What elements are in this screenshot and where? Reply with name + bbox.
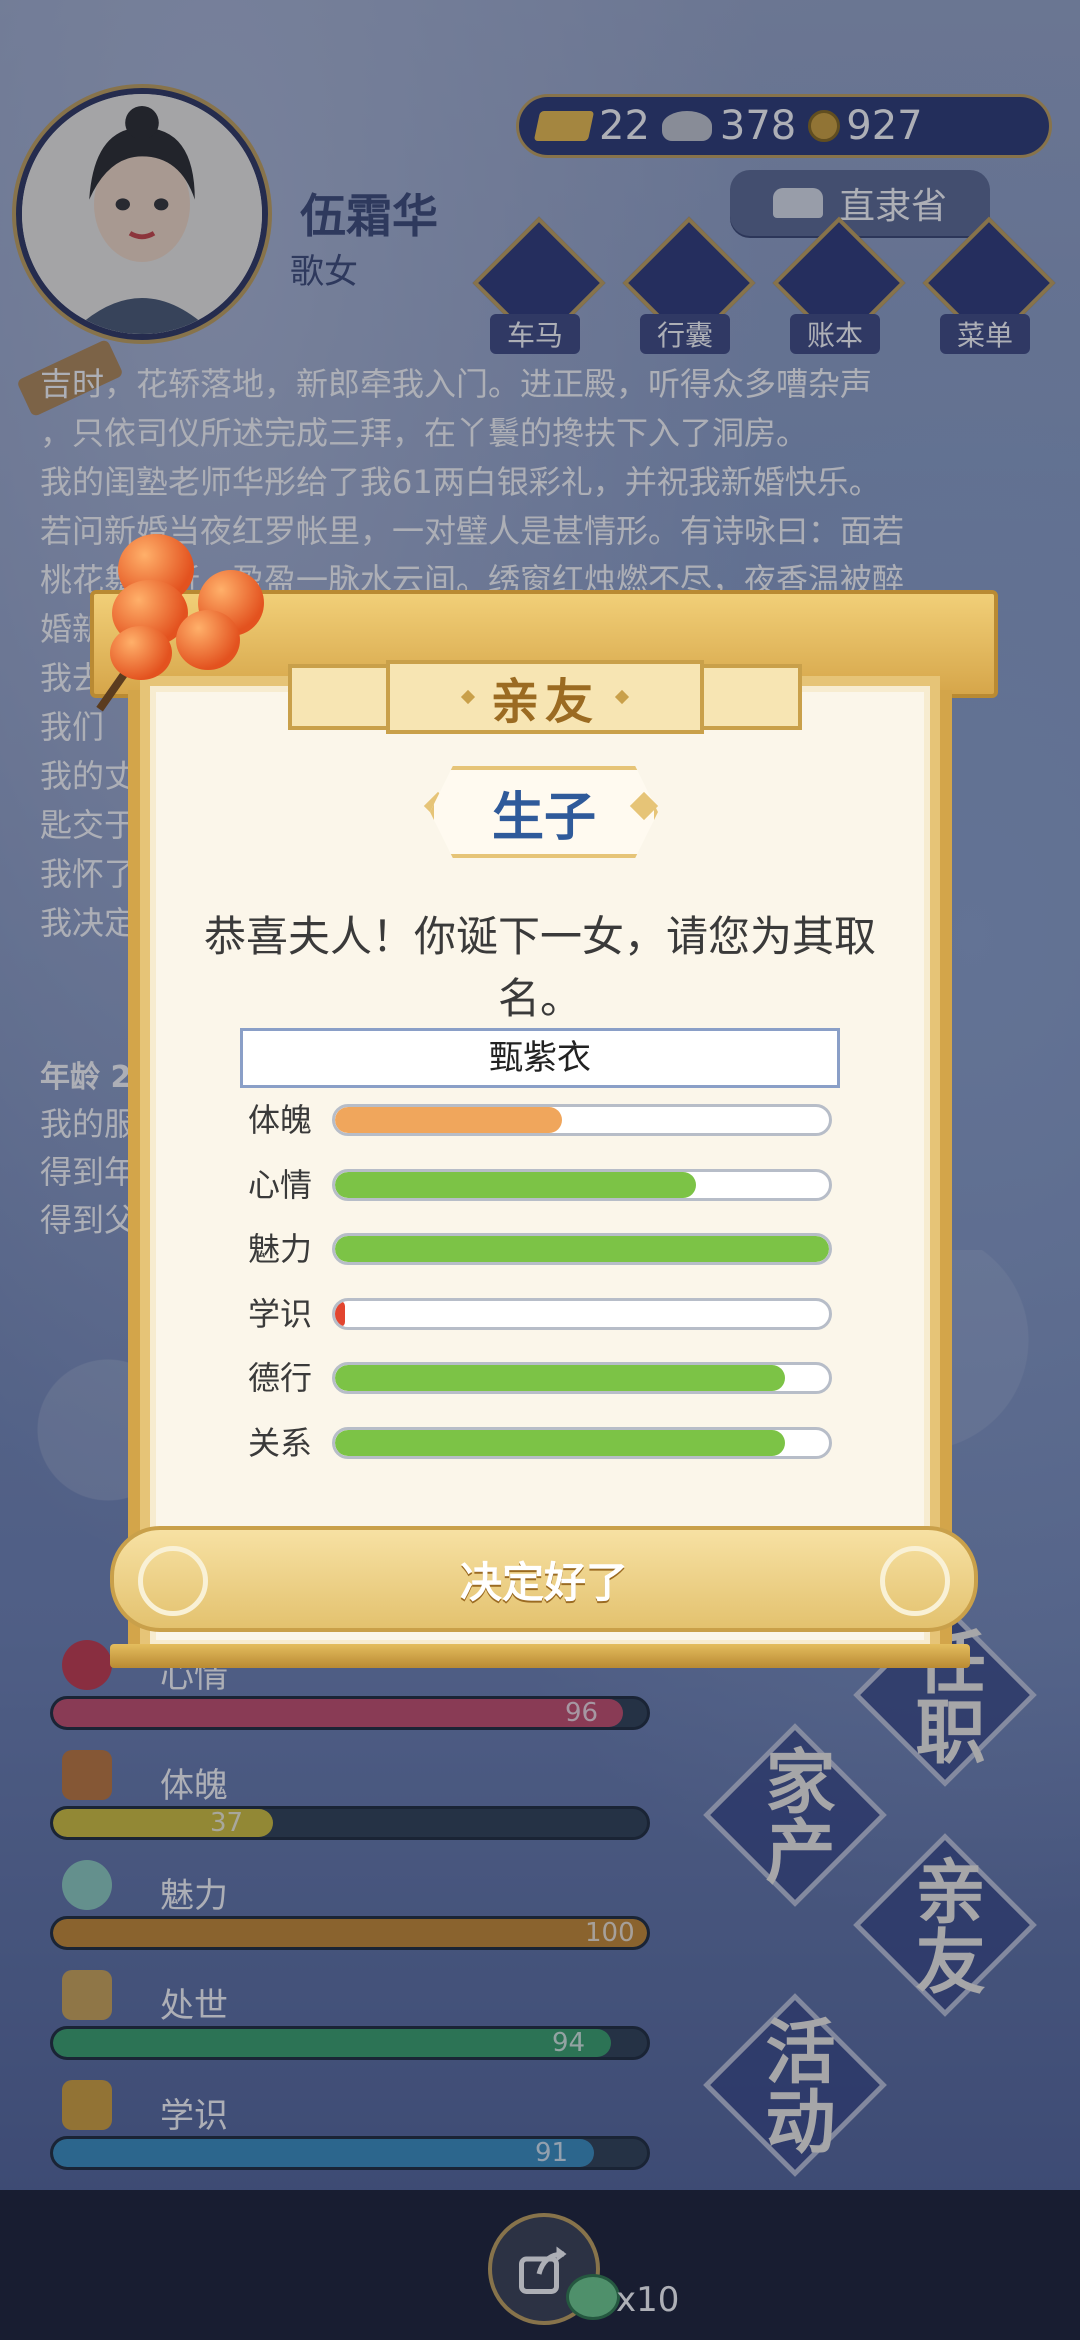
attr-label: 体魄 [248,1101,313,1139]
attr-knowledge: 学识 [248,1294,848,1334]
attr-bar [332,1298,832,1330]
attr-bar-fill [335,1365,785,1391]
attr-label: 心情 [248,1166,313,1204]
attr-virtue: 德行 [248,1358,848,1398]
persimmon-icon [176,610,240,670]
attr-bar [332,1169,832,1201]
attr-charm: 魅力 [248,1229,848,1269]
cloud-ornament-icon [880,1546,950,1616]
scroll-bottom-rod [110,1644,970,1668]
dialog-tab-title: 亲友 [386,660,704,734]
attr-label: 学识 [248,1295,313,1333]
child-name-input[interactable]: 甄紫衣 [240,1028,840,1088]
attr-label: 关系 [248,1424,313,1462]
attr-bar [332,1233,832,1265]
confirm-button[interactable]: 决定好了 [110,1526,978,1632]
attr-bar [332,1362,832,1394]
attr-label: 魅力 [248,1230,313,1268]
attr-bar [332,1427,832,1459]
tab-ornament-left [288,664,396,730]
diamond-icon [614,689,630,705]
attr-relation: 关系 [248,1423,848,1463]
attr-label: 德行 [248,1359,313,1397]
attr-bar [332,1104,832,1136]
cloud-ornament-icon [138,1546,208,1616]
attr-physique: 体魄 [248,1100,848,1140]
attr-bar-fill [335,1301,345,1327]
dialog-message: 恭喜夫人！你诞下一女，请您为其取名。 [203,912,876,1023]
persimmon-icon [110,626,172,680]
attr-bar-fill [335,1236,829,1262]
confirm-button-label: 决定好了 [459,1557,628,1607]
attr-bar-fill [335,1172,696,1198]
dialog-heading: 生子 [430,766,658,858]
attr-bar-fill [335,1107,563,1133]
diamond-icon [460,689,476,705]
attr-bar-fill [335,1430,785,1456]
attr-mood: 心情 [248,1165,848,1205]
tab-ornament-right [694,664,802,730]
dialog-tab-label: 亲友 [490,674,599,730]
